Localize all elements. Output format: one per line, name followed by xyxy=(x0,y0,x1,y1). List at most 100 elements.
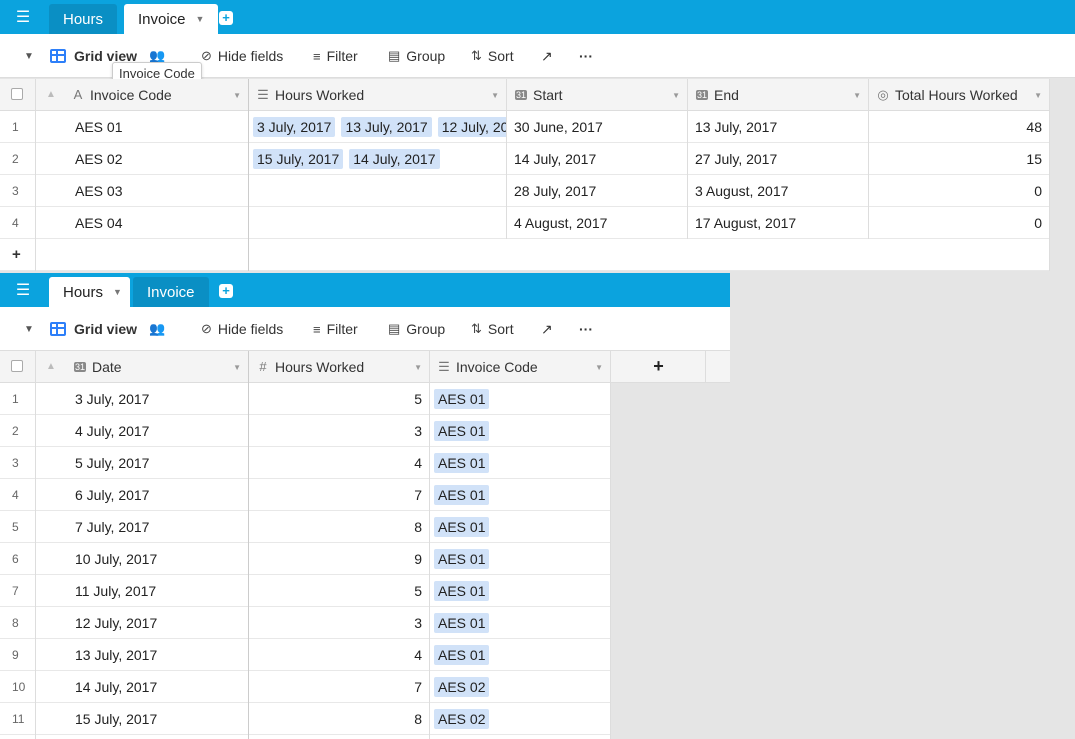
add-table-icon[interactable]: + xyxy=(219,284,233,298)
linked-record-chip[interactable]: AES 01 xyxy=(434,452,490,473)
chevron-down-icon[interactable]: ▼ xyxy=(233,91,241,100)
linked-record-chip[interactable]: AES 01 xyxy=(434,484,490,505)
end-cell[interactable]: 13 July, 2017 xyxy=(688,111,869,143)
select-all-checkbox[interactable] xyxy=(11,360,23,372)
column-header-start[interactable]: 31 Start ▼ xyxy=(507,79,688,111)
invoice-code-cell[interactable]: AES 01 xyxy=(430,575,611,607)
date-cell[interactable]: 15 July, 2017 xyxy=(36,703,249,735)
linked-record-chip[interactable]: 12 July, 201 xyxy=(437,116,507,137)
chevron-down-icon[interactable]: ▼ xyxy=(853,91,861,100)
filter-button[interactable]: ≡ Filter xyxy=(313,34,358,78)
group-button[interactable]: ▤ Group xyxy=(388,307,445,351)
more-options-icon[interactable]: ··· xyxy=(579,307,593,351)
hours-worked-cell[interactable]: 5 xyxy=(249,575,430,607)
date-cell[interactable]: 5 July, 2017 xyxy=(36,447,249,479)
share-icon[interactable]: ↗ xyxy=(541,34,553,78)
hours-worked-cell[interactable]: 15 July, 2017 14 July, 2017 xyxy=(249,143,507,175)
total-hours-cell[interactable]: 0 xyxy=(869,175,1050,207)
date-cell[interactable]: 12 July, 2017 xyxy=(36,607,249,639)
invoice-code-cell[interactable]: AES 03 xyxy=(36,175,249,207)
hours-worked-cell[interactable]: 3 July, 2017 13 July, 2017 12 July, 201 xyxy=(249,111,507,143)
linked-record-chip[interactable]: 3 July, 2017 xyxy=(253,116,336,137)
date-cell[interactable]: 6 July, 2017 xyxy=(36,479,249,511)
hide-fields-button[interactable]: ⊘ Hide fields xyxy=(201,307,283,351)
group-button[interactable]: ▤ Group xyxy=(388,34,445,78)
date-cell[interactable]: 10 July, 2017 xyxy=(36,543,249,575)
chevron-down-icon[interactable]: ▼ xyxy=(672,91,680,100)
share-icon[interactable]: ↗ xyxy=(541,307,553,351)
end-cell[interactable]: 27 July, 2017 xyxy=(688,143,869,175)
total-hours-cell[interactable]: 15 xyxy=(869,143,1050,175)
hours-worked-cell[interactable]: 7 xyxy=(249,671,430,703)
invoice-code-cell[interactable]: AES 04 xyxy=(36,207,249,239)
add-table-icon[interactable]: + xyxy=(219,11,233,25)
invoice-code-cell[interactable]: AES 01 xyxy=(430,383,611,415)
tab-invoice[interactable]: Invoice xyxy=(133,277,209,307)
hours-worked-cell[interactable]: 7 xyxy=(249,479,430,511)
column-header-date[interactable]: ▲ 31 Date ▼ xyxy=(36,351,249,383)
hours-worked-cell[interactable]: 4 xyxy=(249,447,430,479)
column-header-end[interactable]: 31 End ▼ xyxy=(688,79,869,111)
hours-worked-cell[interactable]: 8 xyxy=(249,703,430,735)
select-all-checkbox[interactable] xyxy=(11,88,23,100)
hours-worked-cell[interactable]: 8 xyxy=(249,511,430,543)
start-cell[interactable]: 4 August, 2017 xyxy=(507,207,688,239)
column-header-hours-worked[interactable]: ☰ Hours Worked ▼ xyxy=(249,79,507,111)
hours-worked-cell[interactable]: 5 xyxy=(249,383,430,415)
date-cell[interactable]: 3 July, 2017 xyxy=(36,383,249,415)
hours-worked-cell[interactable]: 3 xyxy=(249,607,430,639)
more-options-icon[interactable]: ··· xyxy=(579,34,593,78)
invoice-code-cell[interactable]: AES 01 xyxy=(430,543,611,575)
total-hours-cell[interactable]: 48 xyxy=(869,111,1050,143)
date-cell[interactable]: 7 July, 2017 xyxy=(36,511,249,543)
invoice-code-cell[interactable]: AES 01 xyxy=(430,607,611,639)
column-header-invoice-code[interactable]: ☰ Invoice Code ▼ xyxy=(430,351,611,383)
invoice-code-cell[interactable]: AES 01 xyxy=(430,447,611,479)
linked-record-chip[interactable]: AES 02 xyxy=(434,708,490,729)
linked-record-chip[interactable]: 14 July, 2017 xyxy=(349,148,440,169)
end-cell[interactable]: 17 August, 2017 xyxy=(688,207,869,239)
total-hours-cell[interactable]: 0 xyxy=(869,207,1050,239)
column-header-total-hours-worked[interactable]: ◎ Total Hours Worked ▼ xyxy=(869,79,1050,111)
linked-record-chip[interactable]: AES 01 xyxy=(434,644,490,665)
chevron-down-icon[interactable]: ▼ xyxy=(595,363,603,372)
menu-icon[interactable]: ☰ xyxy=(0,0,46,34)
invoice-code-cell[interactable]: AES 01 xyxy=(36,111,249,143)
linked-record-chip[interactable]: AES 01 xyxy=(434,548,490,569)
linked-record-chip[interactable]: 15 July, 2017 xyxy=(253,148,344,169)
tab-invoice[interactable]: Invoice ▼ xyxy=(124,4,219,34)
chevron-down-icon[interactable]: ▼ xyxy=(233,363,241,372)
tab-hours[interactable]: Hours ▼ xyxy=(49,277,130,307)
invoice-code-cell[interactable]: AES 02 xyxy=(36,143,249,175)
end-cell[interactable]: 3 August, 2017 xyxy=(688,175,869,207)
sort-button[interactable]: ⇅ Sort xyxy=(471,307,514,351)
add-row-area[interactable] xyxy=(36,239,1050,271)
linked-record-chip[interactable]: AES 01 xyxy=(434,388,490,409)
linked-record-chip[interactable]: AES 01 xyxy=(434,580,490,601)
collapse-caret-icon[interactable]: ▼ xyxy=(24,34,34,78)
chevron-down-icon[interactable]: ▼ xyxy=(491,91,499,100)
date-cell[interactable]: 13 July, 2017 xyxy=(36,639,249,671)
chevron-down-icon[interactable]: ▼ xyxy=(113,287,122,297)
hours-worked-cell[interactable] xyxy=(249,207,507,239)
collapse-caret-icon[interactable]: ▼ xyxy=(24,307,34,351)
hours-worked-cell[interactable]: 4 xyxy=(249,639,430,671)
start-cell[interactable]: 28 July, 2017 xyxy=(507,175,688,207)
linked-record-chip[interactable]: AES 01 xyxy=(434,516,490,537)
linked-record-chip[interactable]: 13 July, 2017 xyxy=(341,116,432,137)
invoice-code-cell[interactable]: AES 01 xyxy=(430,511,611,543)
linked-record-chip[interactable]: AES 01 xyxy=(434,420,490,441)
invoice-code-cell[interactable]: AES 01 xyxy=(430,639,611,671)
hide-fields-button[interactable]: ⊘ Hide fields xyxy=(201,34,283,78)
chevron-down-icon[interactable]: ▼ xyxy=(1034,91,1042,100)
filter-button[interactable]: ≡ Filter xyxy=(313,307,358,351)
invoice-code-cell[interactable]: AES 01 xyxy=(430,479,611,511)
hours-worked-cell[interactable]: 9 xyxy=(249,543,430,575)
sort-button[interactable]: ⇅ Sort xyxy=(471,34,514,78)
view-switcher[interactable]: Grid view 👥 xyxy=(50,307,165,351)
chevron-down-icon[interactable]: ▼ xyxy=(196,14,205,24)
add-field-button[interactable]: + xyxy=(611,351,706,383)
linked-record-chip[interactable]: AES 01 xyxy=(434,612,490,633)
invoice-code-cell[interactable]: AES 02 xyxy=(430,671,611,703)
hours-worked-cell[interactable]: 3 xyxy=(249,415,430,447)
